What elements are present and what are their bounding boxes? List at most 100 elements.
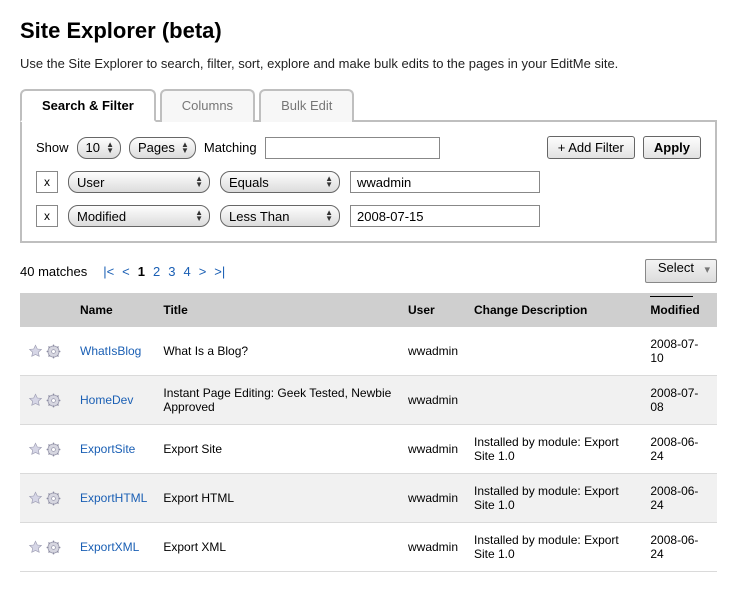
col-change[interactable]: Change Description — [466, 293, 642, 327]
updown-icon: ▲▼ — [325, 210, 333, 222]
row-name: WhatIsBlog — [72, 327, 155, 376]
row-change — [466, 376, 642, 425]
gear-icon[interactable] — [46, 344, 61, 359]
results-bar: 40 matches |< < 1 2 3 4 > >| Select — [20, 259, 717, 283]
row-name: HomeDev — [72, 376, 155, 425]
page-link[interactable]: HomeDev — [80, 393, 133, 407]
row-actions — [20, 474, 72, 523]
tab-bulk-edit[interactable]: Bulk Edit — [259, 89, 354, 122]
tab-columns[interactable]: Columns — [160, 89, 255, 122]
col-user[interactable]: User — [400, 293, 466, 327]
page-link[interactable]: ExportXML — [80, 540, 139, 554]
table-row: HomeDev Instant Page Editing: Geek Tested… — [20, 376, 717, 425]
page-num[interactable]: 3 — [168, 264, 175, 279]
apply-button[interactable]: Apply — [643, 136, 701, 159]
row-change: Installed by module: Export Site 1.0 — [466, 474, 642, 523]
add-filter-button[interactable]: + Add Filter — [547, 136, 635, 159]
gear-icon[interactable] — [46, 393, 61, 408]
col-modified[interactable]: Modified — [642, 293, 717, 327]
star-icon[interactable] — [28, 344, 43, 359]
row-user: wwadmin — [400, 327, 466, 376]
row-modified: 2008-07-08 — [642, 376, 717, 425]
updown-icon: ▲▼ — [195, 210, 203, 222]
row-change: Installed by module: Export Site 1.0 — [466, 523, 642, 572]
filter-top-row: Show 10 ▲▼ Pages ▲▼ Matching + Add Filte… — [36, 136, 701, 159]
updown-icon: ▲▼ — [195, 176, 203, 188]
filter-row-0: x User ▲▼ Equals ▲▼ — [36, 171, 701, 193]
filter-op-select[interactable]: Equals ▲▼ — [220, 171, 340, 193]
updown-icon: ▲▼ — [106, 142, 114, 154]
match-count: 40 matches — [20, 264, 87, 279]
filter-op-select[interactable]: Less Than ▲▼ — [220, 205, 340, 227]
row-user: wwadmin — [400, 474, 466, 523]
table-row: ExportXML Export XMLwwadminInstalled by m… — [20, 523, 717, 572]
row-title: Export XML — [155, 523, 400, 572]
gear-icon[interactable] — [46, 540, 61, 555]
row-actions — [20, 425, 72, 474]
updown-icon: ▲▼ — [181, 142, 189, 154]
filter-value-input[interactable] — [350, 205, 540, 227]
page-intro: Use the Site Explorer to search, filter,… — [20, 56, 717, 71]
filter-field-select[interactable]: User ▲▼ — [68, 171, 210, 193]
page-last[interactable]: >| — [214, 264, 225, 279]
row-user: wwadmin — [400, 425, 466, 474]
row-actions — [20, 327, 72, 376]
star-icon[interactable] — [28, 491, 43, 506]
row-actions — [20, 376, 72, 425]
col-name[interactable]: Name — [72, 293, 155, 327]
page-num[interactable]: 2 — [153, 264, 160, 279]
remove-filter-button[interactable]: x — [36, 205, 58, 227]
row-name: ExportHTML — [72, 474, 155, 523]
col-icons — [20, 293, 72, 327]
tab-search-filter[interactable]: Search & Filter — [20, 89, 156, 122]
row-title: What Is a Blog? — [155, 327, 400, 376]
filter-panel: Show 10 ▲▼ Pages ▲▼ Matching + Add Filte… — [20, 122, 717, 243]
page-link[interactable]: ExportHTML — [80, 491, 147, 505]
page-next[interactable]: > — [199, 264, 207, 279]
matching-label: Matching — [204, 140, 257, 155]
filter-row-1: x Modified ▲▼ Less Than ▲▼ — [36, 205, 701, 227]
star-icon[interactable] — [28, 540, 43, 555]
page-num[interactable]: 1 — [138, 264, 145, 279]
filter-field-select[interactable]: Modified ▲▼ — [68, 205, 210, 227]
star-icon[interactable] — [28, 393, 43, 408]
results-table: Name Title User Change Description Modif… — [20, 293, 717, 572]
row-name: ExportXML — [72, 523, 155, 572]
gear-icon[interactable] — [46, 491, 61, 506]
row-actions — [20, 523, 72, 572]
page-title: Site Explorer (beta) — [20, 18, 717, 44]
page-link[interactable]: WhatIsBlog — [80, 344, 141, 358]
page-link[interactable]: ExportSite — [80, 442, 135, 456]
row-modified: 2008-06-24 — [642, 474, 717, 523]
matching-input[interactable] — [265, 137, 440, 159]
show-label: Show — [36, 140, 69, 155]
table-row: WhatIsBlog What Is a Blog?wwadmin 2008-07-… — [20, 327, 717, 376]
table-row: ExportSite Export SitewwadminInstalled by… — [20, 425, 717, 474]
row-modified: 2008-06-24 — [642, 523, 717, 572]
col-title[interactable]: Title — [155, 293, 400, 327]
show-count-select[interactable]: 10 ▲▼ — [77, 137, 121, 159]
filter-value-input[interactable] — [350, 171, 540, 193]
remove-filter-button[interactable]: x — [36, 171, 58, 193]
table-row: ExportHTML Export HTMLwwadminInstalled by… — [20, 474, 717, 523]
paginator: |< < 1 2 3 4 > >| — [103, 264, 225, 279]
page-prev[interactable]: < — [122, 264, 130, 279]
star-icon[interactable] — [28, 442, 43, 457]
item-type-select[interactable]: Pages ▲▼ — [129, 137, 196, 159]
row-modified: 2008-07-10 — [642, 327, 717, 376]
row-change — [466, 327, 642, 376]
page-first[interactable]: |< — [103, 264, 114, 279]
row-title: Export HTML — [155, 474, 400, 523]
row-user: wwadmin — [400, 523, 466, 572]
row-title: Export Site — [155, 425, 400, 474]
updown-icon: ▲▼ — [325, 176, 333, 188]
row-name: ExportSite — [72, 425, 155, 474]
select-dropdown[interactable]: Select — [645, 259, 717, 283]
row-title: Instant Page Editing: Geek Tested, Newbi… — [155, 376, 400, 425]
page-num[interactable]: 4 — [183, 264, 190, 279]
row-change: Installed by module: Export Site 1.0 — [466, 425, 642, 474]
row-modified: 2008-06-24 — [642, 425, 717, 474]
row-user: wwadmin — [400, 376, 466, 425]
tab-bar: Search & Filter Columns Bulk Edit — [20, 87, 717, 122]
gear-icon[interactable] — [46, 442, 61, 457]
